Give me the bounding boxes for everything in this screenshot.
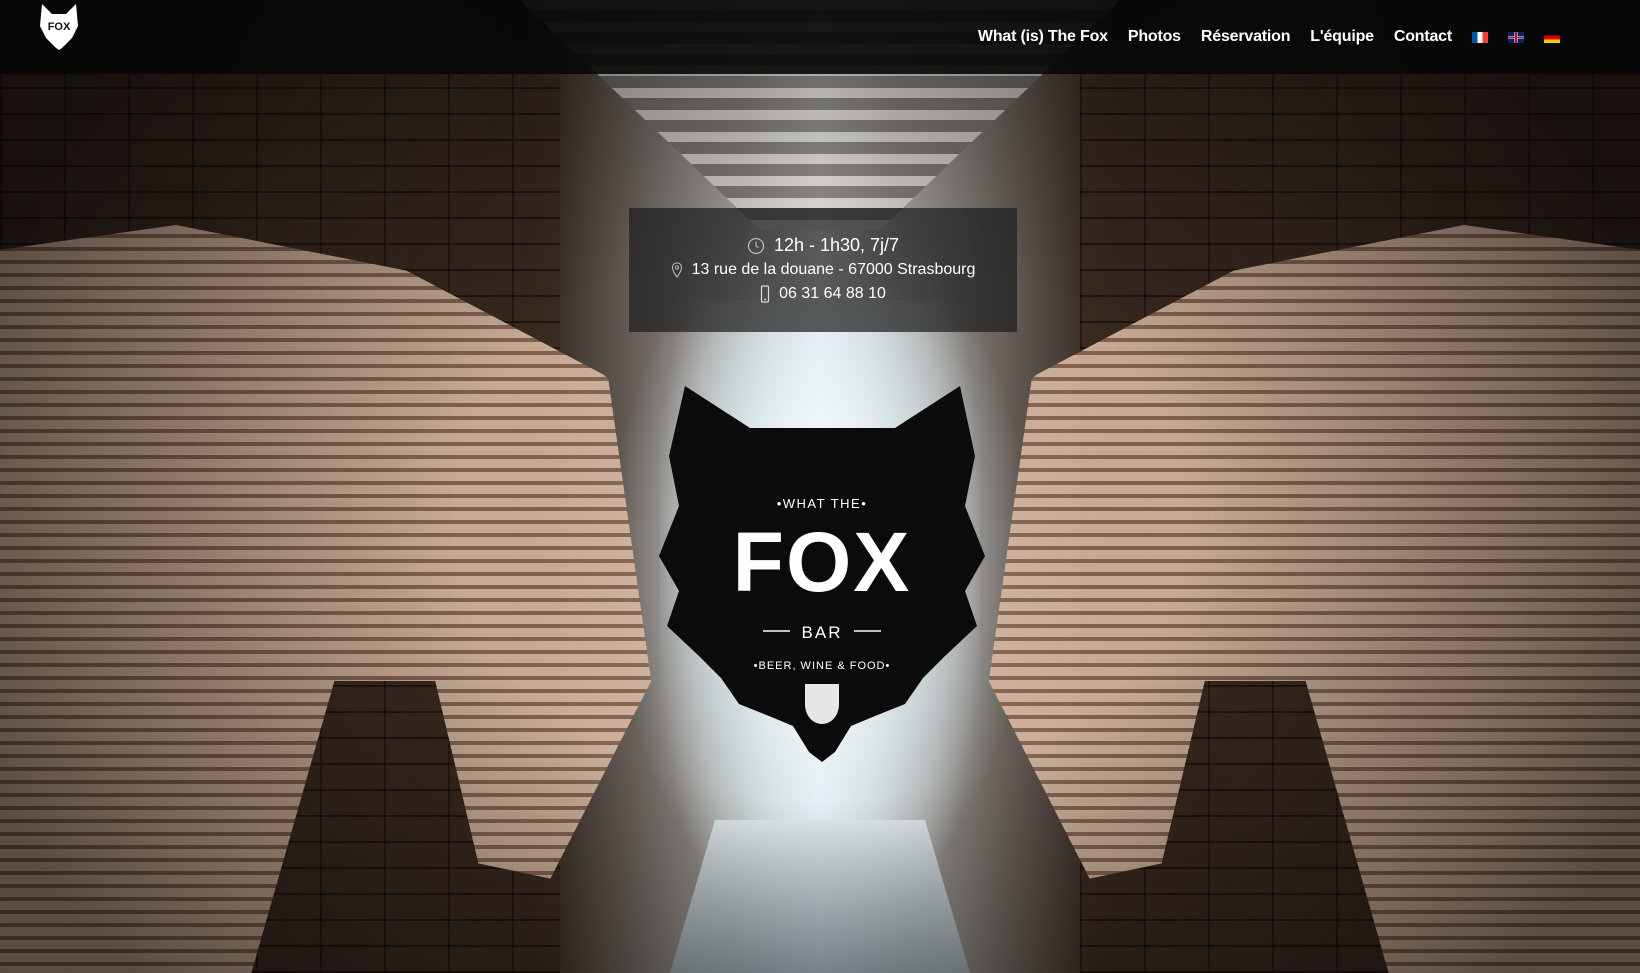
phone-line: 06 31 64 88 10: [629, 285, 1017, 303]
logo-top-text: •WHAT THE•: [777, 496, 868, 511]
fox-bar-logo: •WHAT THE• FOX BAR •BEER, WINE & FOOD•: [655, 386, 990, 762]
phone-text[interactable]: 06 31 64 88 10: [779, 285, 886, 303]
nav-photos[interactable]: Photos: [1128, 28, 1181, 46]
logo-sub-text: BAR: [802, 623, 843, 642]
header-logo-text: FOX: [48, 21, 71, 33]
flag-de-icon[interactable]: [1544, 31, 1560, 43]
clock-icon: [747, 237, 765, 255]
flag-fr-icon[interactable]: [1472, 31, 1488, 43]
nav-what-is-the-fox[interactable]: What (is) The Fox: [978, 28, 1108, 46]
flag-en-icon[interactable]: [1508, 31, 1524, 43]
logo-main-text: FOX: [733, 515, 912, 609]
hours-text: 12h - 1h30, 7j/7: [773, 235, 900, 255]
site-header: FOX What (is) The Fox Photos Réservation…: [0, 0, 1640, 74]
logo-bottom-text: •BEER, WINE & FOOD•: [754, 660, 891, 672]
main-nav: What (is) The Fox Photos Réservation L'é…: [958, 28, 1560, 46]
address-text: 13 rue de la douane - 67000 Strasbourg: [691, 261, 976, 278]
mobile-phone-icon: [760, 285, 770, 303]
nav-equipe[interactable]: L'équipe: [1310, 28, 1374, 46]
hours-line: 12h - 1h30, 7j/7: [629, 235, 1017, 256]
fox-head-icon: FOX: [40, 4, 78, 50]
map-pin-icon: [671, 262, 683, 278]
nav-contact[interactable]: Contact: [1394, 28, 1452, 46]
fox-head-silhouette-icon: •WHAT THE• FOX BAR •BEER, WINE & FOOD•: [659, 386, 985, 762]
info-box: 12h - 1h30, 7j/7 13 rue de la douane - 6…: [629, 208, 1017, 332]
nav-reservation[interactable]: Réservation: [1201, 28, 1291, 46]
address-line: 13 rue de la douane - 67000 Strasbourg: [629, 261, 1017, 279]
header-logo[interactable]: FOX: [38, 2, 80, 50]
